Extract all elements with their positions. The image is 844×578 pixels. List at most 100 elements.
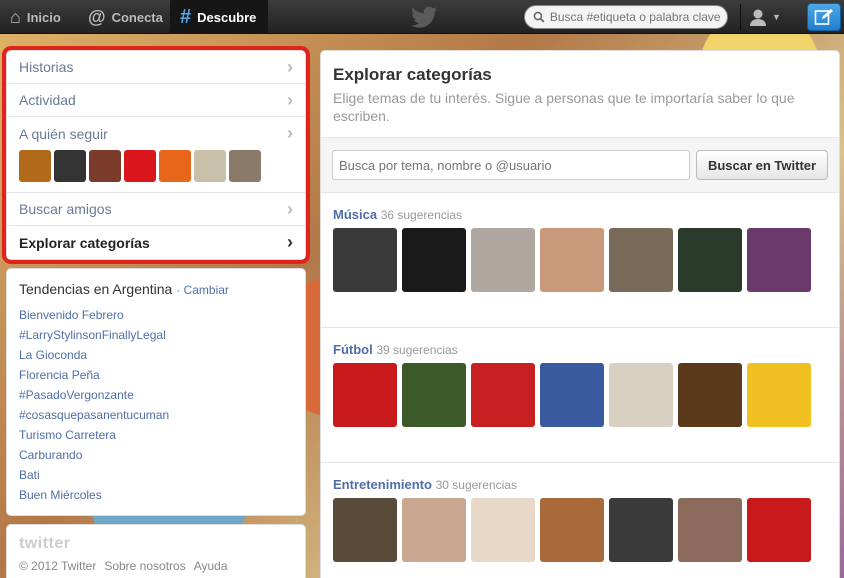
- footer-links: © 2012 Twitter Sobre nosotros Ayuda: [19, 559, 293, 573]
- dashboard-item-stories[interactable]: Historias ›: [7, 51, 305, 84]
- twitter-logo: twitter: [19, 535, 71, 552]
- trend-link[interactable]: Bati: [19, 465, 293, 485]
- user-icon: [750, 9, 767, 26]
- at-icon: @: [88, 7, 106, 27]
- category-count: 39 sugerencias: [376, 343, 458, 357]
- avatar[interactable]: [89, 150, 121, 182]
- suggested-user-avatar[interactable]: [471, 363, 535, 427]
- dashboard-item-label: Historias: [19, 59, 74, 75]
- category-thumbnails: [333, 363, 827, 427]
- dashboard-item-find-friends[interactable]: Buscar amigos ›: [7, 193, 305, 226]
- suggested-user-avatar[interactable]: [540, 363, 604, 427]
- category-header: Música 36 sugerencias: [333, 207, 827, 222]
- nav-connect-label: Conecta: [111, 9, 163, 25]
- dashboard-item-label: Explorar categorías: [19, 234, 150, 251]
- suggested-user-avatar[interactable]: [747, 498, 811, 562]
- category-count: 30 sugerencias: [435, 478, 517, 492]
- discover-dashboard: Historias › Actividad › A quién seguir ›…: [2, 46, 310, 264]
- suggested-user-avatar[interactable]: [609, 228, 673, 292]
- panel-header: Explorar categorías Elige temas de tu in…: [321, 51, 839, 138]
- search-twitter-button[interactable]: Buscar en Twitter: [696, 150, 828, 180]
- suggested-user-avatar[interactable]: [402, 498, 466, 562]
- category-search-row: Buscar en Twitter: [321, 138, 839, 193]
- nav-connect[interactable]: @ Conecta: [82, 0, 169, 34]
- trend-link[interactable]: Carburando: [19, 445, 293, 465]
- suggested-user-avatar[interactable]: [540, 228, 604, 292]
- trend-link[interactable]: Buen Miércoles: [19, 485, 293, 505]
- trend-link[interactable]: Turismo Carretera: [19, 425, 293, 445]
- suggested-user-avatar[interactable]: [333, 363, 397, 427]
- chevron-right-icon: ›: [287, 123, 293, 143]
- category-count: 36 sugerencias: [380, 208, 463, 222]
- compose-icon: [814, 9, 833, 25]
- suggested-user-avatar[interactable]: [471, 228, 535, 292]
- category-list: Música 36 sugerencias Fútbol 39 sugerenci…: [321, 193, 839, 578]
- trend-link[interactable]: #PasadoVergonzante: [19, 385, 293, 405]
- left-sidebar: Historias › Actividad › A quién seguir ›…: [2, 46, 310, 578]
- category-search-input[interactable]: [332, 150, 690, 180]
- suggested-user-avatar[interactable]: [609, 498, 673, 562]
- chevron-right-icon: ›: [287, 56, 293, 77]
- suggested-user-avatar[interactable]: [333, 228, 397, 292]
- avatar[interactable]: [54, 150, 86, 182]
- avatar[interactable]: [229, 150, 261, 182]
- user-menu-button[interactable]: ▼: [740, 4, 788, 30]
- trends-title: Tendencias en Argentina: [19, 281, 173, 297]
- nav-home-label: Inicio: [26, 9, 61, 25]
- suggested-user-avatar[interactable]: [471, 498, 535, 562]
- trends-list: Bienvenido Febrero #LarryStylinsonFinally…: [19, 305, 293, 505]
- suggested-user-avatar[interactable]: [333, 498, 397, 562]
- category-section: Fútbol 39 sugerencias: [321, 328, 839, 463]
- avatar[interactable]: [19, 150, 51, 182]
- suggested-user-avatar[interactable]: [678, 363, 742, 427]
- category-name[interactable]: Entretenimiento: [333, 477, 432, 492]
- suggested-user-avatar[interactable]: [747, 363, 811, 427]
- page-title: Explorar categorías: [333, 65, 492, 84]
- footer-module: twitter © 2012 Twitter Sobre nosotros Ay…: [6, 524, 306, 578]
- dashboard-item-label: Actividad: [19, 92, 76, 108]
- category-thumbnails: [333, 228, 827, 292]
- suggested-user-avatar[interactable]: [540, 498, 604, 562]
- suggested-user-avatar[interactable]: [747, 228, 811, 292]
- compose-tweet-button[interactable]: [807, 3, 841, 31]
- suggested-user-avatar[interactable]: [402, 363, 466, 427]
- top-search-box[interactable]: [524, 5, 728, 29]
- category-header: Fútbol 39 sugerencias: [333, 342, 827, 357]
- trend-link[interactable]: #cosasquepasanentucuman: [19, 405, 293, 425]
- chevron-down-icon: ▼: [772, 12, 781, 22]
- hashtag-icon: #: [180, 6, 192, 28]
- nav-home[interactable]: ⌂ Inicio: [4, 0, 67, 34]
- trends-header: Tendencias en Argentina · Cambiar: [19, 281, 293, 297]
- suggested-user-avatar[interactable]: [678, 498, 742, 562]
- trends-change-link[interactable]: · Cambiar: [176, 283, 229, 297]
- who-to-follow-block[interactable]: A quién seguir ›: [7, 117, 305, 193]
- suggested-user-avatar[interactable]: [609, 363, 673, 427]
- trend-link[interactable]: Florencia Peña: [19, 365, 293, 385]
- footer-link-about[interactable]: Sobre nosotros: [104, 559, 185, 573]
- twitter-bird-icon: [411, 6, 437, 28]
- chevron-right-icon: ›: [287, 89, 293, 110]
- nav-discover[interactable]: # Descubre: [170, 0, 268, 34]
- category-name[interactable]: Música: [333, 207, 377, 222]
- suggested-user-avatar[interactable]: [678, 228, 742, 292]
- chevron-right-icon: ›: [287, 232, 293, 252]
- avatar[interactable]: [194, 150, 226, 182]
- browse-categories-panel: Explorar categorías Elige temas de tu in…: [320, 50, 840, 578]
- suggested-avatars: [19, 150, 293, 182]
- avatar[interactable]: [124, 150, 156, 182]
- top-search-input[interactable]: [549, 10, 727, 24]
- home-icon: ⌂: [10, 7, 21, 27]
- dashboard-item-label: Buscar amigos: [19, 201, 112, 217]
- trend-link[interactable]: Bienvenido Febrero: [19, 305, 293, 325]
- suggested-user-avatar[interactable]: [402, 228, 466, 292]
- trend-link[interactable]: #LarryStylinsonFinallyLegal: [19, 325, 293, 345]
- avatar[interactable]: [159, 150, 191, 182]
- dashboard-item-activity[interactable]: Actividad ›: [7, 84, 305, 117]
- trends-module: Tendencias en Argentina · Cambiar Bienve…: [6, 268, 306, 516]
- who-to-follow-label: A quién seguir: [19, 125, 108, 142]
- category-name[interactable]: Fútbol: [333, 342, 373, 357]
- nav-discover-label: Descubre: [197, 9, 257, 25]
- trend-link[interactable]: La Gioconda: [19, 345, 293, 365]
- footer-link-help[interactable]: Ayuda: [194, 559, 228, 573]
- dashboard-item-browse-categories[interactable]: Explorar categorías ›: [7, 226, 305, 259]
